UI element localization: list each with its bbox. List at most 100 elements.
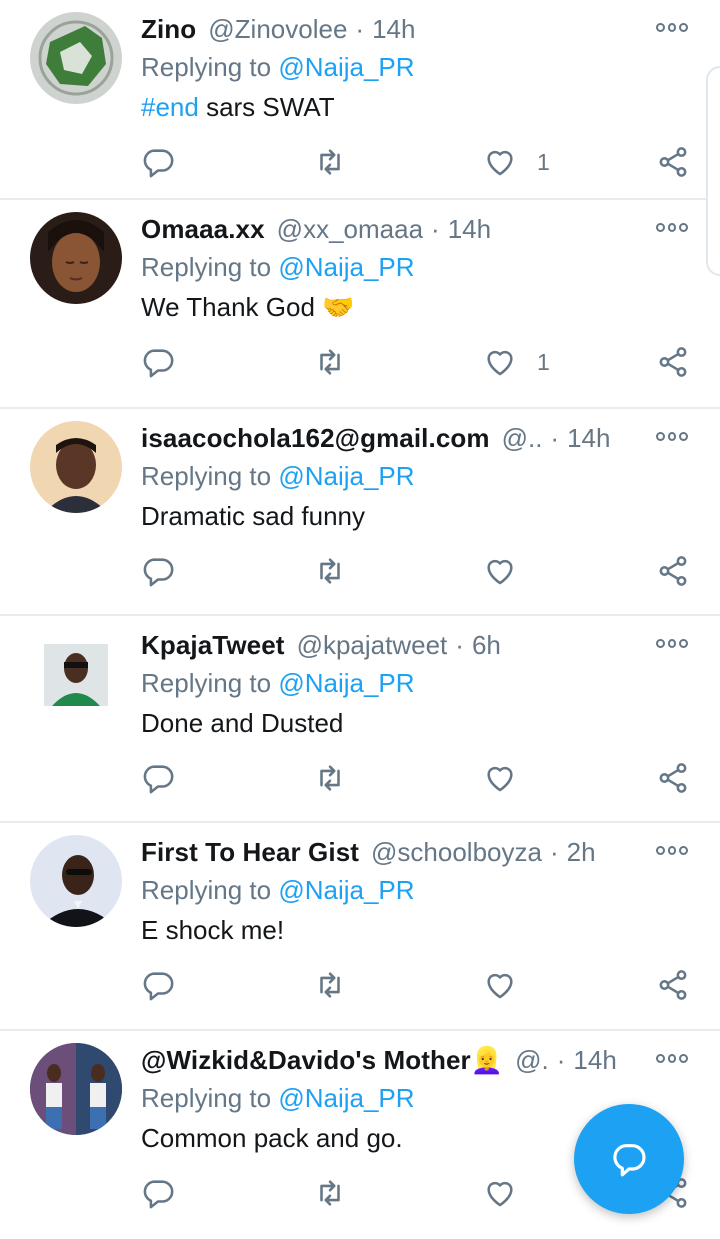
tweet-header: @Wizkid&Davido's Mother 👱‍♀️ @. · 14h	[141, 1043, 641, 1077]
tweet-actions: 1	[0, 342, 720, 386]
compose-reply-button[interactable]	[574, 1104, 684, 1214]
like-button[interactable]: 1	[483, 342, 550, 382]
more-icon[interactable]	[656, 429, 689, 443]
mention-link[interactable]: @Naija_PR	[278, 52, 414, 82]
timestamp[interactable]: 14h	[448, 214, 491, 245]
username[interactable]: @xx_omaaa	[277, 214, 423, 245]
like-button[interactable]	[483, 551, 537, 591]
username[interactable]: @..	[502, 423, 543, 454]
tweet-text-content: We Thank God	[141, 292, 323, 322]
mention-link[interactable]: @Naija_PR	[278, 252, 414, 282]
replying-to: Replying to @Naija_PR	[141, 461, 415, 492]
mention-link[interactable]: @Naija_PR	[278, 1083, 414, 1113]
tweet[interactable]: KpajaTweet @kpajatweet · 6h Replying to …	[0, 616, 720, 823]
retweet-button[interactable]	[313, 758, 347, 798]
tweet-header: Zino @Zinovolee · 14h	[141, 12, 641, 46]
avatar[interactable]	[30, 835, 122, 927]
avatar[interactable]	[30, 421, 122, 513]
share-icon	[659, 147, 687, 177]
retweet-button[interactable]	[313, 1173, 347, 1213]
timestamp[interactable]: 14h	[567, 423, 610, 454]
retweet-icon	[320, 349, 340, 375]
tweet-header: First To Hear Gist @schoolboyza · 2h	[141, 835, 641, 869]
timestamp[interactable]: 14h	[372, 14, 415, 45]
share-icon	[659, 556, 687, 586]
like-button[interactable]	[483, 965, 537, 1005]
share-icon	[659, 970, 687, 1000]
avatar[interactable]	[30, 628, 122, 720]
avatar[interactable]	[30, 1043, 122, 1135]
reply-button[interactable]	[141, 551, 175, 591]
more-icon[interactable]	[656, 843, 689, 857]
share-button[interactable]	[656, 965, 690, 1005]
like-button[interactable]: 1	[483, 142, 550, 182]
timestamp[interactable]: 6h	[472, 630, 501, 661]
avatar[interactable]	[30, 12, 122, 104]
share-button[interactable]	[656, 758, 690, 798]
more-icon[interactable]	[656, 220, 689, 234]
username[interactable]: @kpajatweet	[297, 630, 448, 661]
heart-icon	[487, 150, 513, 176]
more-icon[interactable]	[656, 1051, 689, 1065]
replying-to: Replying to @Naija_PR	[141, 875, 415, 906]
share-icon	[659, 763, 687, 793]
tweet[interactable]: isaacochola162@gmail.com @.. · 14h Reply…	[0, 409, 720, 616]
retweet-button[interactable]	[313, 551, 347, 591]
share-button[interactable]	[656, 342, 690, 382]
share-button[interactable]	[656, 551, 690, 591]
timestamp[interactable]: 14h	[573, 1045, 616, 1076]
reply-button[interactable]	[141, 965, 175, 1005]
replying-prefix: Replying to	[141, 52, 279, 82]
side-panel-edge	[706, 66, 720, 276]
avatar[interactable]	[30, 212, 122, 304]
display-name[interactable]: isaacochola162@gmail.com	[141, 423, 490, 454]
retweet-icon	[320, 765, 340, 791]
reply-icon	[143, 149, 174, 178]
tweet-actions: 1	[0, 142, 720, 186]
like-count: 1	[537, 348, 550, 375]
display-name[interactable]: First To Hear Gist	[141, 837, 359, 868]
like-button[interactable]	[483, 758, 537, 798]
tweet[interactable]: Omaaa.xx @xx_omaaa · 14h Replying to @Na…	[0, 200, 720, 409]
tweet-text: We Thank God 🤝	[141, 292, 355, 323]
separator: ·	[550, 422, 560, 453]
reply-icon	[143, 1180, 174, 1209]
reply-button[interactable]	[141, 1173, 175, 1213]
replying-prefix: Replying to	[141, 461, 279, 491]
heart-icon	[487, 973, 513, 999]
heart-icon	[487, 1181, 513, 1207]
separator: ·	[455, 629, 464, 660]
tweet[interactable]: Zino @Zinovolee · 14h Replying to @Naija…	[0, 0, 720, 200]
tweet-text: Common pack and go.	[141, 1123, 403, 1154]
reply-button[interactable]	[141, 758, 175, 798]
share-button[interactable]	[656, 142, 690, 182]
mention-link[interactable]: @Naija_PR	[278, 461, 414, 491]
person-emoji: 👱‍♀️	[470, 1044, 504, 1075]
retweet-button[interactable]	[313, 965, 347, 1005]
like-button[interactable]	[483, 1173, 537, 1213]
display-name[interactable]: @Wizkid&Davido's Mother	[141, 1045, 471, 1076]
tweet-actions	[0, 758, 720, 802]
retweet-button[interactable]	[313, 142, 347, 182]
more-icon[interactable]	[656, 636, 689, 650]
display-name[interactable]: Omaaa.xx	[141, 214, 265, 245]
replying-to: Replying to @Naija_PR	[141, 52, 415, 83]
more-icon[interactable]	[656, 20, 689, 34]
timestamp[interactable]: 2h	[567, 837, 596, 868]
hashtag-link[interactable]: #end	[141, 92, 199, 122]
tweet[interactable]: First To Hear Gist @schoolboyza · 2h Rep…	[0, 823, 720, 1031]
reply-button[interactable]	[141, 342, 175, 382]
mention-link[interactable]: @Naija_PR	[278, 875, 414, 905]
username[interactable]: @schoolboyza	[371, 837, 542, 868]
retweet-button[interactable]	[313, 342, 347, 382]
retweet-icon	[320, 558, 340, 584]
display-name[interactable]: Zino	[141, 14, 196, 45]
mention-link[interactable]: @Naija_PR	[278, 668, 414, 698]
heart-icon	[487, 559, 513, 585]
display-name[interactable]: KpajaTweet	[141, 630, 285, 661]
separator: ·	[355, 13, 365, 44]
reply-button[interactable]	[141, 142, 175, 182]
username[interactable]: @.	[515, 1045, 549, 1076]
username[interactable]: @Zinovolee	[208, 14, 347, 45]
replying-prefix: Replying to	[141, 252, 279, 282]
